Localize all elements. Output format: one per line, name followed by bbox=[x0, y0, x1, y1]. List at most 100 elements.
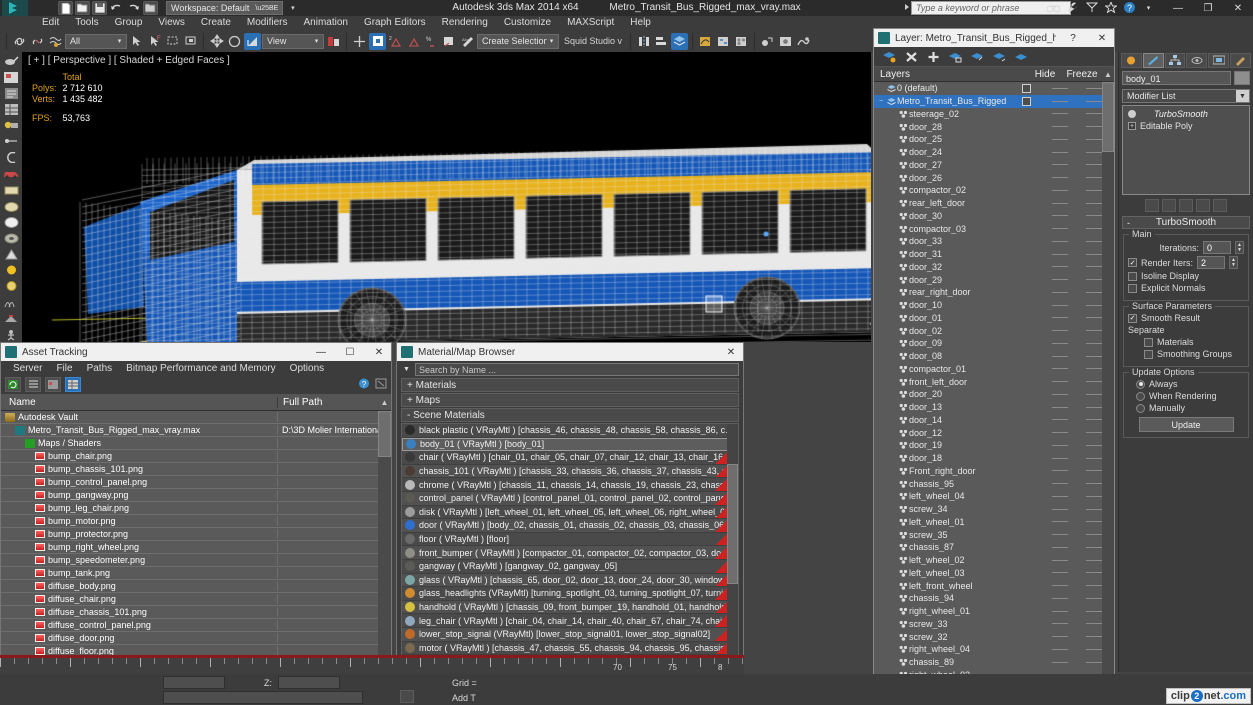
layer-hide-toggle[interactable] bbox=[1052, 611, 1068, 612]
asset-settings-icon[interactable] bbox=[375, 378, 387, 392]
asset-menu-bitmap-performance-and-memory[interactable]: Bitmap Performance and Memory bbox=[119, 363, 283, 374]
layer-row[interactable]: door_31 bbox=[874, 248, 1114, 261]
layer-freeze-toggle[interactable] bbox=[1086, 126, 1102, 127]
unlink-selection-icon[interactable] bbox=[29, 33, 46, 50]
update-option-when-rendering[interactable]: When Rendering bbox=[1128, 391, 1244, 401]
list-tool-icon[interactable] bbox=[2, 86, 20, 101]
menu-item-rendering[interactable]: Rendering bbox=[434, 16, 496, 30]
layer-freeze-toggle[interactable] bbox=[1086, 368, 1102, 369]
list-view-icon[interactable] bbox=[25, 377, 41, 392]
layer-freeze-toggle[interactable] bbox=[1086, 483, 1102, 484]
target-light-icon[interactable] bbox=[2, 134, 20, 149]
update-always-radio[interactable] bbox=[1136, 380, 1145, 389]
layer-freeze-toggle[interactable] bbox=[1086, 470, 1102, 471]
layer-hide-toggle[interactable] bbox=[1052, 254, 1068, 255]
layer-row[interactable]: steerage_02 bbox=[874, 108, 1114, 121]
layer-row[interactable]: door_32 bbox=[874, 261, 1114, 274]
cloth-tool-icon[interactable] bbox=[2, 311, 20, 326]
asset-scroll-thumb[interactable] bbox=[378, 411, 391, 457]
layer-vertical-scrollbar[interactable] bbox=[1102, 82, 1114, 697]
menu-item-maxscript[interactable]: MAXScript bbox=[559, 16, 622, 30]
explicit-normals-checkbox[interactable] bbox=[1128, 284, 1137, 293]
layer-help-button[interactable]: ? bbox=[1061, 29, 1085, 47]
layer-row[interactable]: left_wheel_03 bbox=[874, 567, 1114, 580]
z-coordinate-field[interactable] bbox=[278, 676, 340, 689]
asset-tracking-list[interactable]: Autodesk VaultMetro_Transit_Bus_Rigged_m… bbox=[1, 411, 391, 666]
layer-hide-toggle[interactable] bbox=[1052, 560, 1068, 561]
layer-freeze-toggle[interactable] bbox=[1086, 534, 1102, 535]
minimize-button[interactable]: — bbox=[1163, 0, 1193, 16]
layer-freeze-toggle[interactable] bbox=[1086, 330, 1102, 331]
layer-row[interactable]: door_08 bbox=[874, 350, 1114, 363]
separate-smoothing-groups-checkbox[interactable] bbox=[1144, 350, 1153, 359]
use-pivot-point-center-icon[interactable] bbox=[325, 33, 342, 50]
subscription-icon[interactable] bbox=[1085, 1, 1098, 14]
asset-row[interactable]: Maps / Shaders bbox=[1, 437, 391, 450]
layer-freeze-toggle[interactable] bbox=[1086, 228, 1102, 229]
layer-hide-toggle[interactable] bbox=[1052, 394, 1068, 395]
asset-row[interactable]: bump_control_panel.png bbox=[1, 476, 391, 489]
layer-row[interactable]: screw_35 bbox=[874, 528, 1114, 541]
layer-hide-toggle[interactable] bbox=[1052, 241, 1068, 242]
layer-row[interactable]: door_02 bbox=[874, 324, 1114, 337]
material-row[interactable]: control_panel ( VRayMtl ) [control_panel… bbox=[402, 492, 738, 506]
explicit-normals-row[interactable]: Explicit Normals bbox=[1128, 283, 1244, 293]
asset-close-button[interactable]: ✕ bbox=[367, 343, 391, 361]
layer-row[interactable]: screw_33 bbox=[874, 618, 1114, 631]
layer-hide-toggle[interactable] bbox=[1052, 305, 1068, 306]
material-vertical-scrollbar[interactable] bbox=[727, 424, 738, 694]
object-color-swatch[interactable] bbox=[1234, 71, 1250, 85]
select-and-scale-icon[interactable] bbox=[244, 33, 261, 50]
layer-freeze-toggle[interactable] bbox=[1086, 636, 1102, 637]
layer-row[interactable]: Front_right_door bbox=[874, 465, 1114, 478]
named-selection-edit-icon[interactable]: Abc bbox=[459, 33, 476, 50]
layer-hide-toggle[interactable] bbox=[1052, 152, 1068, 153]
named-selection-set-combo[interactable]: Create Selection Se ▾ bbox=[477, 34, 559, 49]
layer-row[interactable]: rear_right_door bbox=[874, 286, 1114, 299]
render-iters-value[interactable]: 2 bbox=[1197, 256, 1225, 269]
configure-modifier-sets-icon[interactable] bbox=[1213, 199, 1227, 212]
layer-hide-toggle[interactable] bbox=[1052, 572, 1068, 573]
layer-hide-toggle[interactable] bbox=[1052, 547, 1068, 548]
layer-hide-toggle[interactable] bbox=[1052, 649, 1068, 650]
layer-freeze-toggle[interactable] bbox=[1086, 292, 1102, 293]
menu-item-graph-editors[interactable]: Graph Editors bbox=[356, 16, 434, 30]
layer-row[interactable]: door_25 bbox=[874, 133, 1114, 146]
layer-hide-toggle[interactable] bbox=[1052, 215, 1068, 216]
thumbnail-view-icon[interactable] bbox=[45, 377, 61, 392]
time-ruler[interactable]: 70758 bbox=[0, 658, 744, 674]
layer-hide-toggle[interactable] bbox=[1052, 445, 1068, 446]
help-icon[interactable]: ? bbox=[1123, 1, 1136, 14]
layer-scroll-up-icon[interactable]: ▲ bbox=[1102, 70, 1114, 79]
layer-hide-toggle[interactable] bbox=[1052, 368, 1068, 369]
menu-item-customize[interactable]: Customize bbox=[496, 16, 559, 30]
layer-freeze-toggle[interactable] bbox=[1086, 662, 1102, 663]
modifier-stack-item-editablepoly[interactable]: + Editable Poly bbox=[1125, 120, 1247, 132]
chevron-down-icon[interactable]: ▼ bbox=[1236, 90, 1249, 102]
menu-item-tools[interactable]: Tools bbox=[67, 16, 106, 30]
layer-freeze-toggle[interactable] bbox=[1086, 407, 1102, 408]
separate-materials-checkbox[interactable] bbox=[1144, 338, 1153, 347]
material-row[interactable]: chassis_101 ( VRayMtl ) [chassis_33, cha… bbox=[402, 465, 738, 479]
turbosmooth-rollout-header[interactable]: - TurboSmooth bbox=[1122, 216, 1250, 229]
iterations-spinner[interactable]: ▲▼ bbox=[1235, 241, 1244, 254]
material-row[interactable]: glass_headlights (VRayMtl) [turning_spot… bbox=[402, 587, 738, 601]
layer-hide-toggle[interactable] bbox=[1052, 381, 1068, 382]
layer-hide-toggle[interactable] bbox=[1052, 330, 1068, 331]
layer-freeze-toggle[interactable] bbox=[1086, 521, 1102, 522]
make-unique-icon[interactable] bbox=[1179, 199, 1193, 212]
layer-freeze-toggle[interactable] bbox=[1086, 177, 1102, 178]
add-selection-icon[interactable] bbox=[926, 50, 940, 64]
hair-tool-icon[interactable] bbox=[2, 295, 20, 310]
group-materials[interactable]: + Materials bbox=[401, 378, 739, 392]
material-row[interactable]: leg_chair ( VRayMtl ) [chair_04, chair_1… bbox=[402, 614, 738, 628]
add-to-layer-icon[interactable] bbox=[992, 50, 1006, 64]
layer-hide-toggle[interactable] bbox=[1052, 470, 1068, 471]
column-header-name[interactable]: Name bbox=[1, 397, 278, 408]
layer-freeze-toggle[interactable] bbox=[1086, 317, 1102, 318]
search-expand-icon[interactable] bbox=[905, 4, 909, 10]
layer-row[interactable]: chassis_95 bbox=[874, 477, 1114, 490]
show-end-result-icon[interactable] bbox=[1162, 199, 1176, 212]
asset-row[interactable]: Metro_Transit_Bus_Rigged_max_vray.maxD:\… bbox=[1, 424, 391, 437]
maximize-button[interactable]: ❐ bbox=[1193, 0, 1223, 16]
